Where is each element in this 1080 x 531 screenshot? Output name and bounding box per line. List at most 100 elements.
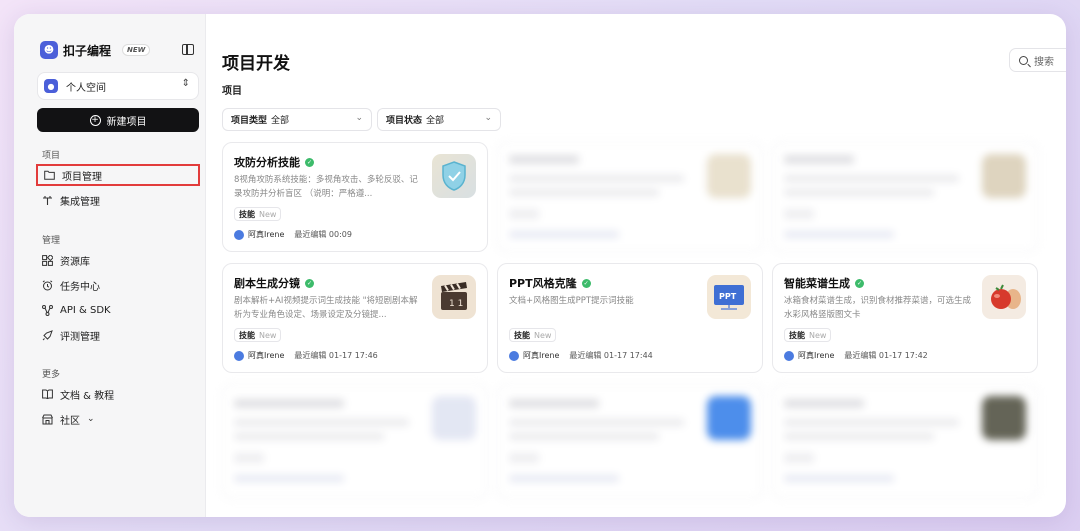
thumbnail-text: PPT <box>719 292 737 301</box>
thumbnail-icon <box>982 396 1026 440</box>
card-author: 阿真Irene <box>798 351 835 360</box>
filter-label: 项目类型 <box>231 116 268 126</box>
card-description: 8视角攻防系统技能：多视角攻击、多轮反驳、记录攻防并分析盲区 （说明：严格遵..… <box>234 175 418 199</box>
card-description: 文档+风格图生成PPT提示词技能 <box>509 296 634 306</box>
chevron-down-icon: ⌄ <box>484 113 492 123</box>
plug-icon <box>42 195 53 206</box>
app-window: ☻ 扣子编程 NEW ● 个人空间 ⇕ + 新建项目 项目 项目管理 集成管理 <box>14 14 1066 517</box>
card-description: 冰箱食材菜谱生成，识别食材推荐菜谱，可选生成水彩风格竖版图文卡 <box>784 296 972 320</box>
card-meta: 阿真Irene 最近编辑 01-17 17:46 <box>234 350 378 361</box>
card-meta: 阿真Irene 最近编辑 01-17 17:44 <box>509 350 653 361</box>
chevron-updown-icon: ⇕ <box>181 78 190 89</box>
tag-type: 技能 <box>514 330 530 340</box>
brand[interactable]: ☻ 扣子编程 NEW <box>40 41 151 59</box>
card-tag: 技能 New <box>234 207 282 221</box>
sidebar-item-docs[interactable]: 文档 & 教程 <box>36 383 200 405</box>
presentation-icon: PPT <box>707 275 751 319</box>
svg-text:1 1: 1 1 <box>449 299 463 309</box>
sidebar-item-evaluation[interactable]: 评测管理 <box>36 324 200 346</box>
space-label: 个人空间 <box>66 82 106 94</box>
project-card[interactable]: 智能菜谱生成 ✓ 冰箱食材菜谱生成，识别食材推荐菜谱，可选生成水彩风格竖版图文卡… <box>772 263 1038 373</box>
new-badge: NEW <box>122 44 151 56</box>
card-meta: 阿真Irene 最近编辑 01-17 17:42 <box>784 350 928 361</box>
project-card-blurred[interactable] <box>497 142 763 252</box>
project-card[interactable]: 攻防分析技能 ✓ 8视角攻防系统技能：多视角攻击、多轮反驳、记录攻防并分析盲区 … <box>222 142 488 252</box>
clapperboard-icon: 1 1 <box>432 275 476 319</box>
card-meta: 阿真Irene 最近编辑 00:09 <box>234 229 352 240</box>
alarm-icon <box>42 279 53 291</box>
avatar <box>234 350 244 361</box>
chevron-down-icon: ⌄ <box>355 113 363 123</box>
sidebar-item-api-sdk[interactable]: API & SDK <box>36 299 200 321</box>
search-input[interactable]: 搜索 <box>1009 48 1066 72</box>
filter-value: 全部 <box>426 116 445 126</box>
sidebar-item-resources[interactable]: 资源库 <box>36 249 200 271</box>
card-title: 攻防分析技能 ✓ <box>234 154 314 170</box>
search-icon <box>1019 55 1028 65</box>
search-placeholder: 搜索 <box>1034 56 1054 68</box>
sidebar-item-label: 社区 <box>60 415 80 427</box>
card-author: 阿真Irene <box>248 230 285 239</box>
card-title-text: 智能菜谱生成 <box>784 277 850 290</box>
sidebar-item-integration[interactable]: 集成管理 <box>36 189 200 211</box>
project-card[interactable]: 剧本生成分镜 ✓ 剧本解析+AI视频提示词生成技能 "将短剧剧本解析为专业角色设… <box>222 263 488 373</box>
space-switcher[interactable]: ● 个人空间 ⇕ <box>37 72 199 100</box>
thumbnail-icon <box>432 396 476 440</box>
section-title-project: 项目 <box>42 151 61 161</box>
card-title: PPT风格克隆 ✓ <box>509 275 591 291</box>
sidebar-item-community[interactable]: 社区 ⌄ <box>36 408 200 430</box>
tag-type: 技能 <box>239 209 255 219</box>
sidebar: ☻ 扣子编程 NEW ● 个人空间 ⇕ + 新建项目 项目 项目管理 集成管理 <box>14 14 206 517</box>
section-subtitle: 项目 <box>222 86 242 97</box>
check-icon: ✓ <box>581 278 591 288</box>
card-edited-time: 最近编辑 01-17 17:44 <box>569 351 653 360</box>
project-type-filter[interactable]: 项目类型 全部 ⌄ <box>222 108 372 131</box>
project-card-blurred[interactable] <box>772 142 1038 252</box>
card-author: 阿真Irene <box>248 351 285 360</box>
tag-status: New <box>259 330 277 340</box>
check-icon: ✓ <box>305 278 314 288</box>
tag-type: 技能 <box>789 330 805 340</box>
card-title-text: 剧本生成分镜 <box>234 277 300 290</box>
thumbnail-icon <box>707 154 751 198</box>
store-icon <box>42 414 53 425</box>
sidebar-toggle-icon[interactable] <box>182 44 194 55</box>
project-card-blurred[interactable] <box>772 384 1038 499</box>
project-card-blurred[interactable] <box>222 384 488 499</box>
check-icon: ✓ <box>855 278 864 288</box>
thumbnail-icon <box>982 154 1026 198</box>
card-title-text: PPT风格克隆 <box>509 277 577 290</box>
sidebar-item-tasks[interactable]: 任务中心 <box>36 274 200 296</box>
project-status-filter[interactable]: 项目状态 全部 ⌄ <box>377 108 501 131</box>
filter-label: 项目状态 <box>386 116 423 126</box>
sidebar-item-label: 集成管理 <box>60 196 100 208</box>
avatar <box>784 350 794 361</box>
project-card-blurred[interactable] <box>497 384 763 499</box>
chevron-down-icon: ⌄ <box>87 414 95 424</box>
avatar <box>509 350 519 361</box>
sidebar-item-label: 资源库 <box>60 256 90 268</box>
section-title-manage: 管理 <box>42 236 61 246</box>
rocket-icon <box>42 329 53 341</box>
api-icon <box>42 304 53 316</box>
card-tag: 技能 New <box>509 328 557 342</box>
sidebar-item-label: 任务中心 <box>60 281 100 293</box>
shield-thumbnail-icon <box>432 154 476 198</box>
card-title: 智能菜谱生成 ✓ <box>784 275 864 291</box>
card-author: 阿真Irene <box>523 351 560 360</box>
sidebar-item-project-management[interactable]: 项目管理 <box>36 164 200 186</box>
tag-status: New <box>534 330 552 340</box>
section-title-more: 更多 <box>42 370 61 380</box>
user-icon: ● <box>44 79 58 93</box>
card-title-text: 攻防分析技能 <box>234 156 300 169</box>
new-project-button[interactable]: + 新建项目 <box>37 108 199 132</box>
brand-name: 扣子编程 <box>63 43 112 58</box>
tag-status: New <box>259 209 277 219</box>
card-edited-time: 最近编辑 01-17 17:42 <box>844 351 928 360</box>
avatar <box>234 229 244 240</box>
folder-icon <box>44 170 55 181</box>
tag-type: 技能 <box>239 330 255 340</box>
card-edited-time: 最近编辑 01-17 17:46 <box>294 351 378 360</box>
project-card[interactable]: PPT风格克隆 ✓ 文档+风格图生成PPT提示词技能 技能 New 阿真Iren… <box>497 263 763 373</box>
grid-icon <box>42 254 53 266</box>
